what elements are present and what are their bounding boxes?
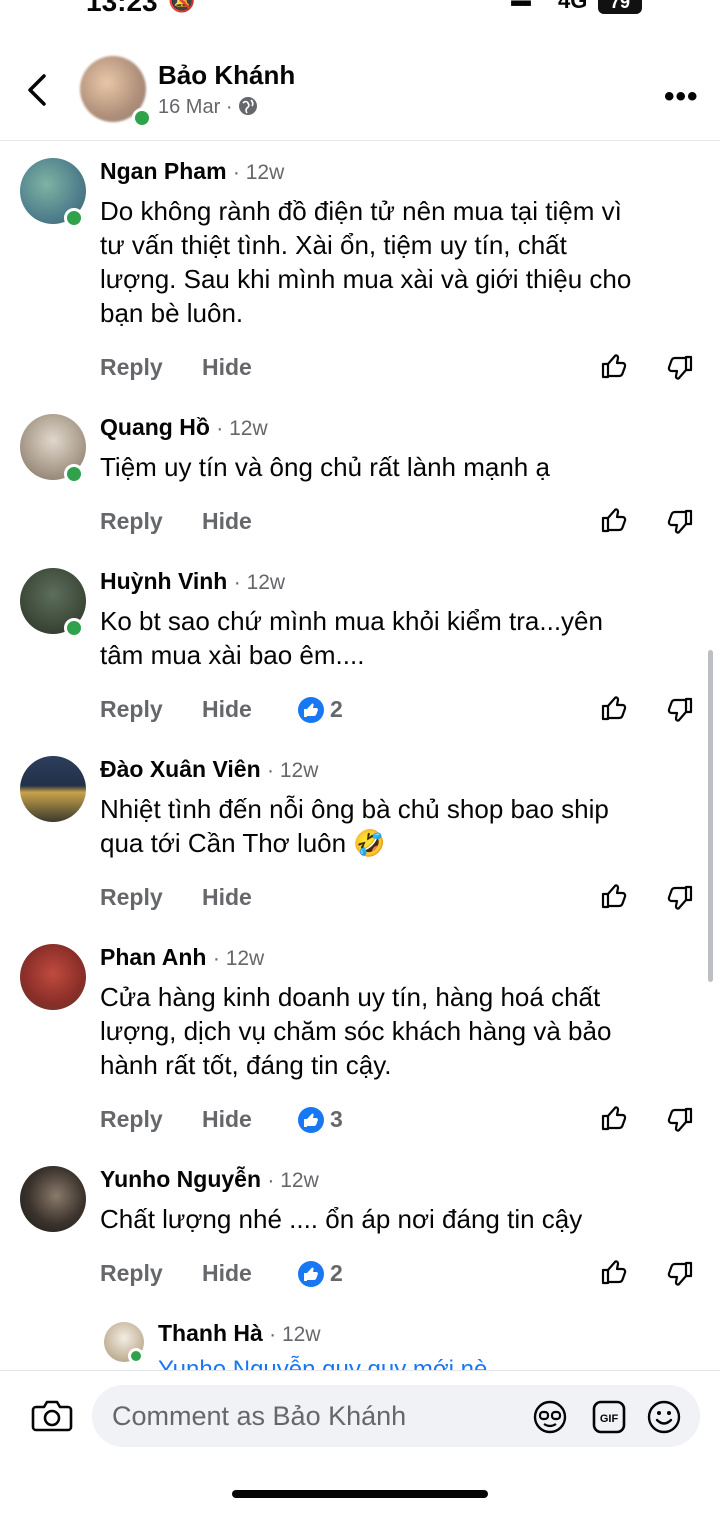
comment-placeholder: Comment as Bảo Khánh <box>112 1401 407 1431</box>
upvote-icon[interactable] <box>600 1258 628 1286</box>
mute-icon: 🔕 <box>168 0 196 13</box>
post-meta: 16 Mar · <box>158 96 258 119</box>
hide-button[interactable]: Hide <box>202 354 252 381</box>
emoji-icon[interactable] <box>646 1399 682 1435</box>
home-indicator <box>232 1490 488 1498</box>
hide-button[interactable]: Hide <box>202 696 252 723</box>
comment-age: · 12w <box>267 759 319 782</box>
replier-name[interactable]: Thanh Hà · 12w <box>158 1320 321 1347</box>
reply-age: · 12w <box>269 1323 321 1346</box>
online-indicator <box>64 464 84 484</box>
upvote-icon[interactable] <box>600 694 628 722</box>
comment-text: Cửa hàng kinh doanh uy tín, hàng hoá chấ… <box>100 982 612 1080</box>
avatar-sticker-icon[interactable] <box>532 1399 568 1435</box>
reaction-count-value: 3 <box>330 1106 343 1132</box>
online-indicator <box>132 108 152 128</box>
like-reaction-icon <box>298 1260 324 1287</box>
commenter-name[interactable]: Phan Anh · 12w <box>100 944 264 971</box>
back-arrow-icon[interactable] <box>24 70 54 110</box>
reply-button[interactable]: Reply <box>100 354 163 381</box>
commenter-name[interactable]: Ngan Pham · 12w <box>100 158 284 185</box>
commenter-name[interactable]: Yunho Nguyễn · 12w <box>100 1166 319 1193</box>
online-indicator <box>64 208 84 228</box>
comment-text: Chất lượng nhé .... ổn áp nơi đáng tin c… <box>100 1204 583 1234</box>
downvote-icon[interactable] <box>666 1260 694 1288</box>
more-options-button[interactable]: ••• <box>664 80 699 114</box>
comment-actions: Reply Hide 2 <box>100 1260 700 1294</box>
upvote-icon[interactable] <box>600 506 628 534</box>
upvote-icon[interactable] <box>600 882 628 910</box>
comment-actions: Reply Hide 2 <box>100 696 700 730</box>
status-time: 13:23 <box>86 0 158 17</box>
comment-actions: Reply Hide 3 <box>100 1106 700 1140</box>
comment-actions: Reply Hide <box>100 884 700 918</box>
author-name[interactable]: Bảo Khánh <box>158 60 295 91</box>
comment-text: Tiệm uy tín và ông chủ rất lành mạnh ạ <box>100 452 550 482</box>
svg-text:GIF: GIF <box>600 1413 619 1425</box>
downvote-icon[interactable] <box>666 696 694 724</box>
scrollbar[interactable] <box>708 650 713 982</box>
comment-age: · 12w <box>232 161 285 184</box>
like-reaction-icon <box>298 696 324 723</box>
reaction-count[interactable]: 2 <box>298 1260 343 1287</box>
commenter-avatar[interactable] <box>20 1166 86 1232</box>
downvote-icon[interactable] <box>666 508 694 536</box>
reaction-count-value: 2 <box>330 1260 343 1286</box>
reply-button[interactable]: Reply <box>100 696 163 723</box>
meta-separator: · <box>225 96 233 118</box>
globe-icon <box>239 97 258 115</box>
reaction-count-value: 2 <box>330 696 343 722</box>
network-label: 4G <box>558 0 588 13</box>
comment-age: · 12w <box>267 1169 319 1192</box>
reply-button[interactable]: Reply <box>100 1106 163 1133</box>
reply-button[interactable]: Reply <box>100 508 163 535</box>
like-reaction-icon <box>298 1106 324 1133</box>
comment-age: · 12w <box>212 947 265 970</box>
hide-button[interactable]: Hide <box>202 884 252 911</box>
comment-text: Do không rành đồ điện tử nên mua tại tiệ… <box>100 196 632 328</box>
comment-age: · 12w <box>233 571 286 594</box>
battery-icon: 79 <box>598 0 642 14</box>
commenter-avatar[interactable] <box>20 944 86 1010</box>
commenter-name[interactable]: Đào Xuân Viên · 12w <box>100 756 318 783</box>
comment-text: Nhiệt tình đến nỗi ông bà chủ shop bao s… <box>100 794 609 858</box>
signal-icon: ▪▪▪▪ <box>510 0 532 15</box>
gif-icon[interactable]: GIF <box>592 1399 626 1435</box>
commenter-avatar[interactable] <box>20 756 86 822</box>
reply-button[interactable]: Reply <box>100 1260 163 1287</box>
post-header: Bảo Khánh 16 Mar · ••• <box>0 40 720 141</box>
hide-button[interactable]: Hide <box>202 1260 252 1287</box>
comment-actions: Reply Hide <box>100 508 700 542</box>
comment-actions: Reply Hide <box>100 354 700 388</box>
hide-button[interactable]: Hide <box>202 508 252 535</box>
status-bar: 13:23 🔕 ▪▪▪▪ 4G 79 <box>0 0 720 18</box>
comment-text: Ko bt sao chứ mình mua khỏi kiểm tra...y… <box>100 606 603 670</box>
upvote-icon[interactable] <box>600 352 628 380</box>
downvote-icon[interactable] <box>666 884 694 912</box>
reaction-count[interactable]: 2 <box>298 696 343 723</box>
comment-input[interactable]: Comment as Bảo Khánh GIF <box>92 1385 700 1447</box>
comment-list[interactable]: Ngan Pham · 12w Do không rành đồ điện tử… <box>0 142 720 1370</box>
camera-icon[interactable] <box>30 1395 74 1435</box>
downvote-icon[interactable] <box>666 1106 694 1134</box>
upvote-icon[interactable] <box>600 1104 628 1132</box>
commenter-name[interactable]: Quang Hồ · 12w <box>100 414 268 441</box>
online-indicator <box>128 1348 144 1364</box>
hide-button[interactable]: Hide <box>202 1106 252 1133</box>
post-date: 16 Mar <box>158 96 221 118</box>
commenter-name[interactable]: Huỳnh Vinh · 12w <box>100 568 285 595</box>
comment-age: · 12w <box>216 417 268 440</box>
reply-button[interactable]: Reply <box>100 884 163 911</box>
online-indicator <box>64 618 84 638</box>
reaction-count[interactable]: 3 <box>298 1106 343 1133</box>
reply-text: Yunho Nguyễn quy quy mới nè <box>158 1356 488 1370</box>
downvote-icon[interactable] <box>666 354 694 382</box>
